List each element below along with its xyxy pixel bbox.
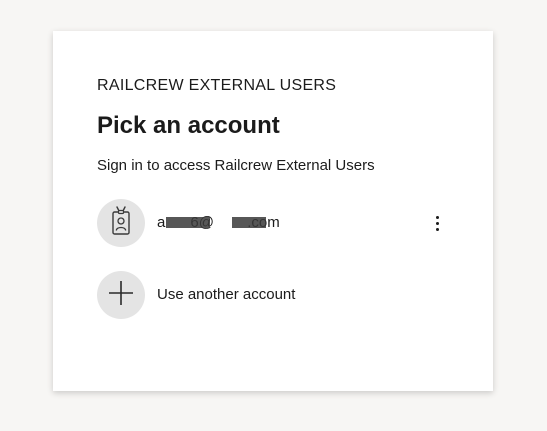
- account-avatar: [97, 199, 145, 247]
- page-subtitle: Sign in to access Railcrew External User…: [97, 157, 375, 174]
- redaction-block: [166, 217, 210, 228]
- account-email: a 6@ .com: [157, 214, 280, 231]
- use-another-account-label: Use another account: [157, 286, 296, 303]
- use-another-account-tile[interactable]: Use another account: [89, 265, 457, 325]
- add-account-avatar: [97, 271, 145, 319]
- brand-name: RAILCREW EXTERNAL USERS: [97, 77, 337, 94]
- id-badge-icon: [108, 205, 134, 241]
- redaction-block: [232, 217, 266, 228]
- page-title: Pick an account: [97, 112, 280, 139]
- account-tile[interactable]: a 6@ .com: [89, 193, 457, 253]
- plus-icon: [108, 280, 134, 311]
- more-options-icon[interactable]: [425, 207, 449, 239]
- account-picker-card: RAILCREW EXTERNAL USERS Pick an account …: [53, 31, 493, 391]
